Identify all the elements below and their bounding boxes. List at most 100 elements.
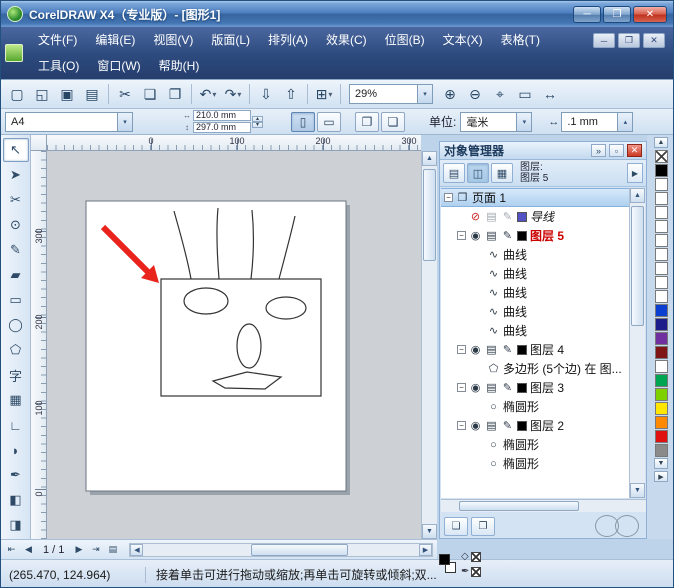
- import-button[interactable]: ⇩: [254, 82, 278, 106]
- show-object-properties-button[interactable]: ▤: [443, 163, 465, 183]
- layer-color-swatch[interactable]: [517, 212, 527, 222]
- new-master-layer-button[interactable]: ❐: [471, 517, 495, 536]
- zoom-tool-button[interactable]: ⊙: [3, 213, 29, 237]
- layer-color-swatch[interactable]: [517, 231, 527, 241]
- color-swatch[interactable]: [655, 220, 668, 233]
- expand-toggle[interactable]: −: [457, 345, 466, 354]
- color-swatch[interactable]: [655, 346, 668, 359]
- chevron-down-icon[interactable]: ▾: [417, 85, 432, 103]
- application-launcher-button[interactable]: ⊞▾: [312, 82, 336, 106]
- docker-close-button[interactable]: ✕: [627, 144, 642, 157]
- color-swatch[interactable]: [655, 276, 668, 289]
- outline-pen-tool-button[interactable]: ✒: [3, 463, 29, 487]
- pencil-icon[interactable]: ✎: [501, 343, 514, 356]
- maximize-button[interactable]: ❐: [603, 6, 631, 23]
- visibility-toggle-icon[interactable]: ◉: [469, 343, 482, 356]
- tree-item-layer[interactable]: −◉▤✎图层 5: [441, 226, 630, 245]
- tree-item-object[interactable]: ∿曲线: [441, 245, 630, 264]
- current-page-button[interactable]: ❏: [381, 112, 405, 132]
- color-swatch[interactable]: [655, 318, 668, 331]
- tree-item-layer[interactable]: −◉▤✎图层 4: [441, 340, 630, 359]
- page-menu-button[interactable]: ▤: [104, 542, 121, 558]
- docker-flyout-button[interactable]: ▶: [627, 163, 643, 183]
- color-swatch[interactable]: [655, 234, 668, 247]
- printer-icon[interactable]: ▤: [485, 229, 498, 242]
- vertical-scrollbar[interactable]: ▲ ▼: [421, 151, 437, 539]
- tree-vertical-scrollbar[interactable]: ▲ ▼: [629, 188, 645, 498]
- document-minimize-button[interactable]: ─: [593, 33, 615, 48]
- menu-bitmaps[interactable]: 位图(B): [376, 30, 434, 50]
- color-swatch[interactable]: [655, 444, 668, 457]
- layer-manager-view-button[interactable]: ▦: [491, 163, 513, 183]
- menu-effects[interactable]: 效果(C): [317, 30, 376, 50]
- menu-help[interactable]: 帮助(H): [150, 56, 209, 76]
- dimension-tool-button[interactable]: ∟: [3, 413, 29, 437]
- tree-item-layer[interactable]: −◉▤✎图层 3: [441, 378, 630, 397]
- tree-scrollbar-thumb[interactable]: [631, 206, 644, 326]
- tree-item-guides[interactable]: ⊘▤✎导线: [441, 207, 630, 226]
- visibility-toggle-icon[interactable]: ◉: [469, 381, 482, 394]
- color-swatch[interactable]: [655, 374, 668, 387]
- palette-scroll-down-button[interactable]: ▼: [654, 458, 668, 469]
- shape-tool-button[interactable]: ➤: [3, 163, 29, 187]
- layer-color-swatch[interactable]: [517, 421, 527, 431]
- tree-item-object[interactable]: ∿曲线: [441, 302, 630, 321]
- cut-button[interactable]: ✂: [113, 82, 137, 106]
- color-swatch[interactable]: [655, 332, 668, 345]
- chevron-down-icon[interactable]: ▾: [516, 113, 531, 131]
- printer-icon[interactable]: ▤: [485, 210, 498, 223]
- smart-fill-tool-button[interactable]: ▰: [3, 263, 29, 287]
- horizontal-ruler[interactable]: 0100200300: [47, 135, 421, 151]
- menu-file[interactable]: 文件(F): [29, 30, 86, 50]
- visibility-hidden-icon[interactable]: ⊘: [469, 210, 482, 223]
- fill-tool-button[interactable]: ◧: [3, 488, 29, 512]
- tree-item-object[interactable]: ○椭圆形: [441, 454, 630, 473]
- scroll-left-icon[interactable]: ◀: [130, 544, 143, 556]
- open-button[interactable]: ◱: [30, 82, 54, 106]
- color-swatch[interactable]: [655, 178, 668, 191]
- scroll-down-icon[interactable]: ▼: [630, 483, 645, 498]
- vertical-ruler[interactable]: 3002001000: [31, 151, 47, 539]
- table-tool-button[interactable]: ▦: [3, 388, 29, 412]
- paper-type-combo[interactable]: A4 ▾: [5, 112, 133, 132]
- pencil-icon[interactable]: ✎: [501, 381, 514, 394]
- tree-item-page[interactable]: −❐页面 1: [441, 188, 630, 207]
- scroll-down-icon[interactable]: ▼: [422, 524, 437, 539]
- vertical-scrollbar-thumb[interactable]: [423, 169, 436, 261]
- docker-chevron-button[interactable]: »: [591, 144, 606, 157]
- save-button[interactable]: ▣: [55, 82, 79, 106]
- tree-item-object[interactable]: ○椭圆形: [441, 397, 630, 416]
- color-swatch[interactable]: [655, 206, 668, 219]
- zoom-to-width-button[interactable]: ↔: [538, 82, 562, 106]
- pencil-icon[interactable]: ✎: [501, 229, 514, 242]
- expand-toggle[interactable]: −: [457, 383, 466, 392]
- menu-window[interactable]: 窗口(W): [88, 56, 149, 76]
- menu-text[interactable]: 文本(X): [434, 30, 492, 50]
- drawing-canvas[interactable]: [47, 151, 421, 539]
- tree-item-object[interactable]: ∿曲线: [441, 283, 630, 302]
- menu-table[interactable]: 表格(T): [492, 30, 549, 50]
- tree-item-layer[interactable]: −◉▤✎图层 2: [441, 416, 630, 435]
- visibility-toggle-icon[interactable]: ◉: [469, 419, 482, 432]
- redo-button[interactable]: ↷▾: [221, 82, 245, 106]
- expand-toggle[interactable]: −: [457, 421, 466, 430]
- tree-item-object[interactable]: ∿曲线: [441, 264, 630, 283]
- print-button[interactable]: ▤: [80, 82, 104, 106]
- paper-height-field[interactable]: 297.0 mm: [193, 122, 251, 133]
- no-color-swatch[interactable]: [655, 150, 668, 163]
- chevron-down-icon[interactable]: ▾: [117, 113, 132, 131]
- copy-button[interactable]: ❏: [138, 82, 162, 106]
- zoom-to-page-button[interactable]: ▭: [513, 82, 537, 106]
- new-layer-button[interactable]: ❏: [444, 517, 468, 536]
- tree-item-object[interactable]: ∿曲线: [441, 321, 630, 340]
- tree-horizontal-thumb[interactable]: [459, 501, 579, 511]
- color-swatch[interactable]: [655, 360, 668, 373]
- first-page-button[interactable]: ⇤: [3, 542, 20, 558]
- visibility-toggle-icon[interactable]: ◉: [469, 229, 482, 242]
- text-tool-button[interactable]: 字: [3, 363, 29, 387]
- rectangle-tool-button[interactable]: ▭: [3, 288, 29, 312]
- color-swatch[interactable]: [655, 262, 668, 275]
- zoom-in-button[interactable]: ⊕: [438, 82, 462, 106]
- menu-arrange[interactable]: 排列(A): [259, 30, 317, 50]
- ruler-origin-corner[interactable]: [31, 135, 47, 151]
